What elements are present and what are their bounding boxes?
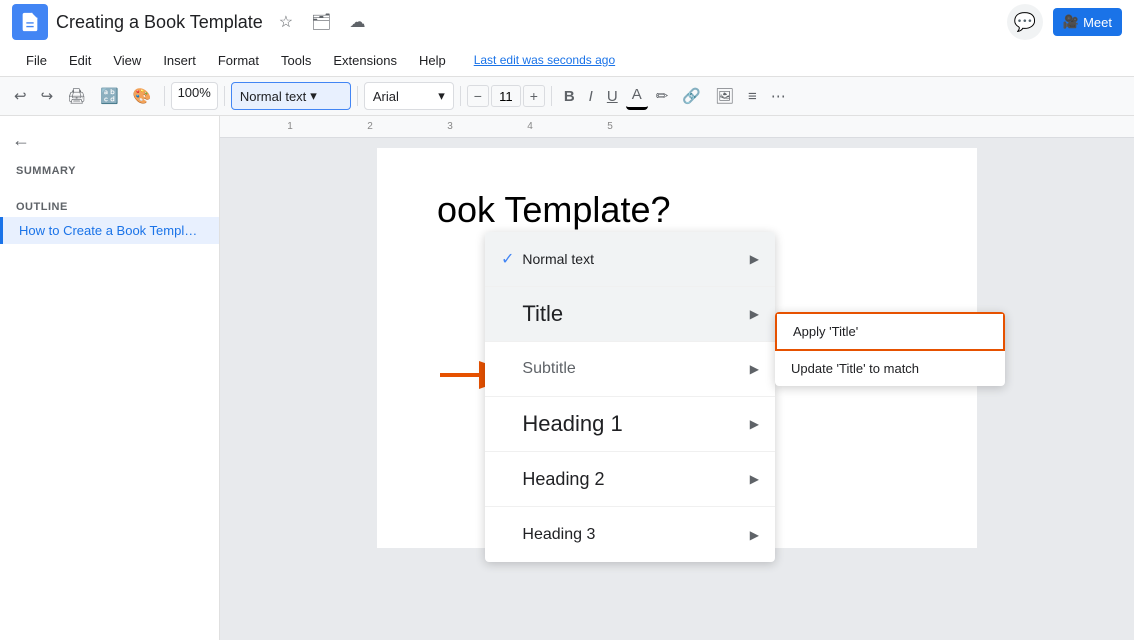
menu-edit[interactable]: Edit bbox=[59, 49, 101, 72]
sidebar-back-button[interactable]: ← bbox=[0, 124, 219, 157]
dropdown-item-subtitle[interactable]: ✓ Subtitle ▶ bbox=[485, 342, 775, 397]
ruler-tick-5: 5 bbox=[570, 121, 650, 132]
menu-tools[interactable]: Tools bbox=[271, 49, 321, 72]
menu-file[interactable]: File bbox=[16, 49, 57, 72]
text-color-button[interactable]: A bbox=[626, 82, 648, 110]
paint-format-button[interactable]: 🎨 bbox=[127, 83, 158, 109]
normal-arrow-icon: ▶ bbox=[750, 252, 759, 266]
heading1-label: Heading 1 bbox=[522, 411, 749, 437]
highlight-button[interactable]: ✏ bbox=[650, 83, 675, 109]
ruler-content: 1 2 3 4 5 bbox=[230, 116, 650, 137]
title-icons: ☆ 🗂 ☁ bbox=[275, 8, 370, 36]
toolbar-separator-2 bbox=[224, 86, 225, 106]
menu-bar: File Edit View Insert Format Tools Exten… bbox=[0, 44, 1134, 76]
italic-button[interactable]: I bbox=[583, 84, 599, 109]
dropdown-item-title[interactable]: ✓ Title ▶ bbox=[485, 287, 775, 342]
menu-view[interactable]: View bbox=[103, 49, 151, 72]
h1-arrow-icon: ▶ bbox=[750, 417, 759, 431]
font-name: Arial bbox=[373, 89, 399, 104]
ruler-tick-4: 4 bbox=[490, 121, 570, 132]
more-button[interactable]: ⋯ bbox=[765, 83, 792, 109]
bold-button[interactable]: B bbox=[558, 84, 581, 109]
outline-item[interactable]: How to Create a Book Templat… bbox=[0, 217, 219, 244]
font-size-value[interactable]: 11 bbox=[491, 85, 521, 107]
toolbar-separator-5 bbox=[551, 86, 552, 106]
title-label: Title bbox=[522, 301, 749, 327]
summary-section-label: SUMMARY bbox=[0, 157, 219, 181]
style-select-label: Normal text bbox=[240, 89, 306, 104]
font-size-increase[interactable]: + bbox=[523, 85, 545, 107]
undo-button[interactable]: ↩ bbox=[8, 83, 33, 109]
ruler-tick-1: 1 bbox=[250, 121, 330, 132]
checkmark-icon: ✓ bbox=[501, 249, 514, 269]
dropdown-item-heading3[interactable]: ✓ Heading 3 ▶ bbox=[485, 507, 775, 562]
main-area: ← SUMMARY OUTLINE How to Create a Book T… bbox=[0, 116, 1134, 640]
dropdown-item-normal[interactable]: ✓ Normal text ▶ bbox=[485, 232, 775, 287]
title-submenu: Apply 'Title' Update 'Title' to match bbox=[775, 312, 1005, 386]
align-button[interactable]: ≡ bbox=[742, 84, 763, 109]
ruler: 1 2 3 4 5 bbox=[220, 116, 1134, 138]
update-title-item[interactable]: Update 'Title' to match bbox=[775, 351, 1005, 386]
underline-button[interactable]: U bbox=[601, 84, 624, 109]
title-bar-right: 💬 🎥 Meet bbox=[1007, 4, 1122, 40]
toolbar-separator-4 bbox=[460, 86, 461, 106]
subtitle-arrow-icon: ▶ bbox=[750, 362, 759, 376]
apply-title-item[interactable]: Apply 'Title' bbox=[775, 312, 1005, 351]
toolbar: ↩ ↪ 🖨 🔡 🎨 100% Normal text ▾ Arial ▾ − 1… bbox=[0, 76, 1134, 116]
subtitle-label: Subtitle bbox=[522, 360, 749, 378]
ruler-tick-2: 2 bbox=[330, 121, 410, 132]
toolbar-separator-1 bbox=[164, 86, 165, 106]
apply-title-label: Apply 'Title' bbox=[793, 324, 858, 339]
zoom-value: 100% bbox=[178, 85, 211, 100]
title-bar: Creating a Book Template ☆ 🗂 ☁ 💬 🎥 Meet bbox=[0, 0, 1134, 44]
menu-help[interactable]: Help bbox=[409, 49, 456, 72]
folder-icon[interactable]: 🗂 bbox=[307, 8, 335, 36]
zoom-select[interactable]: 100% bbox=[171, 82, 218, 110]
insert-image-button[interactable]: 🖼 bbox=[709, 83, 740, 109]
print-button[interactable]: 🖨 bbox=[61, 83, 92, 109]
font-size-area: − 11 + bbox=[467, 85, 545, 107]
sidebar: ← SUMMARY OUTLINE How to Create a Book T… bbox=[0, 116, 220, 640]
doc-area: 1 2 3 4 5 ook Template? ✓ Normal text ▶ bbox=[220, 116, 1134, 640]
meet-video-icon: 🎥 bbox=[1063, 14, 1079, 30]
link-button[interactable]: 🔗 bbox=[676, 83, 707, 109]
meet-button[interactable]: 🎥 Meet bbox=[1053, 8, 1122, 36]
spellcheck-button[interactable]: 🔡 bbox=[94, 83, 125, 109]
menu-extensions[interactable]: Extensions bbox=[323, 49, 407, 72]
cloud-icon[interactable]: ☁ bbox=[345, 8, 369, 36]
style-select[interactable]: Normal text ▾ bbox=[231, 82, 351, 110]
update-title-label: Update 'Title' to match bbox=[791, 361, 919, 376]
chat-button[interactable]: 💬 bbox=[1007, 4, 1043, 40]
redo-button[interactable]: ↪ bbox=[35, 83, 60, 109]
outline-section-label: OUTLINE bbox=[0, 193, 219, 217]
docs-logo bbox=[12, 4, 48, 40]
font-size-decrease[interactable]: − bbox=[467, 85, 489, 107]
menu-insert[interactable]: Insert bbox=[153, 49, 206, 72]
h2-arrow-icon: ▶ bbox=[750, 472, 759, 486]
styles-dropdown: ✓ Normal text ▶ ✓ Title ▶ ✓ Subtitle ▶ ✓… bbox=[485, 232, 775, 562]
style-dropdown-icon: ▾ bbox=[310, 88, 317, 104]
heading2-label: Heading 2 bbox=[522, 469, 749, 490]
title-arrow-icon: ▶ bbox=[750, 307, 759, 321]
dropdown-item-heading2[interactable]: ✓ Heading 2 ▶ bbox=[485, 452, 775, 507]
h3-arrow-icon: ▶ bbox=[750, 528, 759, 542]
normal-text-label: Normal text bbox=[522, 251, 749, 267]
star-icon[interactable]: ☆ bbox=[275, 8, 297, 36]
heading3-label: Heading 3 bbox=[522, 526, 749, 544]
meet-label: Meet bbox=[1083, 15, 1112, 30]
doc-title: Creating a Book Template bbox=[56, 12, 263, 33]
last-edit-status: Last edit was seconds ago bbox=[474, 53, 615, 67]
toolbar-separator-3 bbox=[357, 86, 358, 106]
menu-format[interactable]: Format bbox=[208, 49, 269, 72]
ruler-tick-3: 3 bbox=[410, 121, 490, 132]
doc-content-title: ook Template? bbox=[437, 188, 917, 231]
font-dropdown-icon: ▾ bbox=[438, 88, 445, 104]
dropdown-item-heading1[interactable]: ✓ Heading 1 ▶ bbox=[485, 397, 775, 452]
doc-title-partial: ook Template? bbox=[437, 189, 671, 230]
font-select[interactable]: Arial ▾ bbox=[364, 82, 454, 110]
